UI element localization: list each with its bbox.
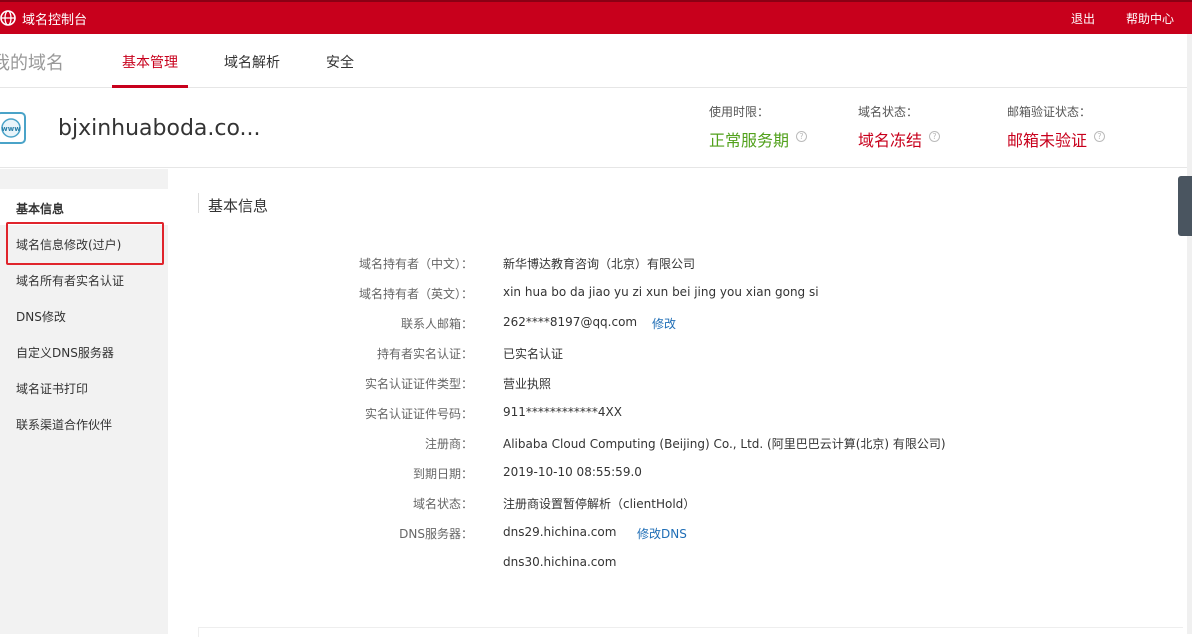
email-verification-status: 邮箱验证状态： 邮箱未验证 ? [1007,103,1106,151]
info-key: 注册商： [424,437,473,451]
info-row: DNS服务器： dns29.hichina.com 修改DNS [168,525,1068,545]
domain-status-label: 域名状态： [858,105,919,119]
globe-icon [0,10,16,26]
sidebar: 基本信息 域名信息修改(过户) 域名所有者实名认证 DNS修改 自定义DNS服务… [0,169,168,634]
console-brand[interactable]: 域名控制台 [0,2,87,34]
email-verification-value: 邮箱未验证 [1007,131,1088,150]
info-row: 域名持有者（英文）： xin hua bo da jiao yu zi xun … [168,285,1068,305]
sidebar-item-owner-verification[interactable]: 域名所有者实名认证 [16,272,124,289]
info-row: 域名状态： 注册商设置暂停解析（clientHold） [168,495,1068,515]
info-key: 域名持有者（中文）： [358,257,473,271]
info-key: 实名认证证件号码： [364,407,473,421]
info-value: 已实名认证 [503,347,564,361]
info-row: 注册商： Alibaba Cloud Computing (Beijing) C… [168,435,1068,455]
my-domains-link[interactable]: 我的域名 [0,49,64,75]
info-key: 持有者实名认证： [376,347,473,361]
info-row: 域名持有者（中文）： 新华博达教育咨询（北京）有限公司 [168,255,1068,275]
sidebar-item-dns-modify[interactable]: DNS修改 [16,308,66,325]
info-value: dns29.hichina.com [503,525,617,539]
info-row: 到期日期： 2019-10-10 08:55:59.0 [168,465,1068,485]
side-feedback-tab[interactable] [1178,176,1192,236]
help-center-link[interactable]: 帮助中心 [1126,10,1174,27]
info-value: 262****8197@qq.com [503,315,638,329]
service-period-label: 使用时限： [709,105,770,119]
domain-name: bjxinhuaboda.co... [58,116,261,141]
email-verification-label: 邮箱验证状态： [1007,105,1092,119]
info-key: 实名认证证件类型： [364,377,473,391]
info-value: 新华博达教育咨询（北京）有限公司 [503,257,696,271]
sidebar-item-basic-info[interactable]: 基本信息 [16,200,64,217]
info-value: xin hua bo da jiao yu zi xun bei jing yo… [503,285,819,299]
info-value: 注册商设置暂停解析（clientHold） [503,497,696,511]
help-question-icon[interactable]: ? [796,130,808,142]
svg-text:www: www [1,125,21,133]
main-content: 基本信息 域名持有者（中文）： 新华博达教育咨询（北京）有限公司 域名持有者（英… [168,169,1192,637]
info-row: 实名认证证件类型： 营业执照 [168,375,1068,395]
domain-status-value: 域名冻结 [858,131,923,150]
tab-dns-resolution[interactable]: 域名解析 [224,52,280,72]
info-key: 联系人邮箱： [400,317,473,331]
info-key: 域名持有者（英文）： [358,287,473,301]
service-period-value: 正常服务期 [709,131,790,150]
info-value: 911************4XX [503,405,622,419]
modify-dns-link[interactable]: 修改DNS [637,525,687,542]
info-row: 持有者实名认证： 已实名认证 [168,345,1068,365]
info-key: 到期日期： [412,467,473,481]
scrollbar[interactable] [1187,34,1192,634]
help-question-icon[interactable]: ? [929,130,941,142]
section-title: 基本信息 [208,197,269,215]
tab-basic-management[interactable]: 基本管理 [122,52,178,72]
domain-nav: 我的域名 基本管理 域名解析 安全 [0,34,1192,88]
highlight-box [6,222,164,265]
domain-status: 域名状态： 域名冻结 ? [858,103,941,151]
help-question-icon[interactable]: ? [1094,130,1106,142]
www-globe-icon: www [0,112,26,144]
info-value: 2019-10-10 08:55:59.0 [503,465,642,479]
bottom-panel [198,627,1183,637]
logout-link[interactable]: 退出 [1071,10,1095,27]
sidebar-item-custom-dns[interactable]: 自定义DNS服务器 [16,344,114,361]
info-value: dns30.hichina.com [503,555,617,569]
sidebar-item-certificate-print[interactable]: 域名证书打印 [16,380,88,397]
service-period-status: 使用时限： 正常服务期 ? [709,103,808,151]
sidebar-item-contact-partner[interactable]: 联系渠道合作伙伴 [16,416,112,433]
info-row: 联系人邮箱： 262****8197@qq.com 修改 [168,315,1068,335]
console-title: 域名控制台 [22,12,88,28]
info-row: 实名认证证件号码： 911************4XX [168,405,1068,425]
modify-email-link[interactable]: 修改 [652,315,676,332]
info-key: DNS服务器： [399,527,473,541]
tab-security[interactable]: 安全 [326,52,354,72]
title-divider [198,193,199,213]
top-bar: 域名控制台 退出 帮助中心 [0,0,1192,34]
info-value: Alibaba Cloud Computing (Beijing) Co., L… [503,437,946,451]
info-value: 营业执照 [503,377,552,391]
info-row: dns30.hichina.com [168,555,1068,575]
domain-header: www bjxinhuaboda.co... 使用时限： 正常服务期 ? 域名状… [0,88,1192,168]
info-key: 域名状态： [412,497,473,511]
